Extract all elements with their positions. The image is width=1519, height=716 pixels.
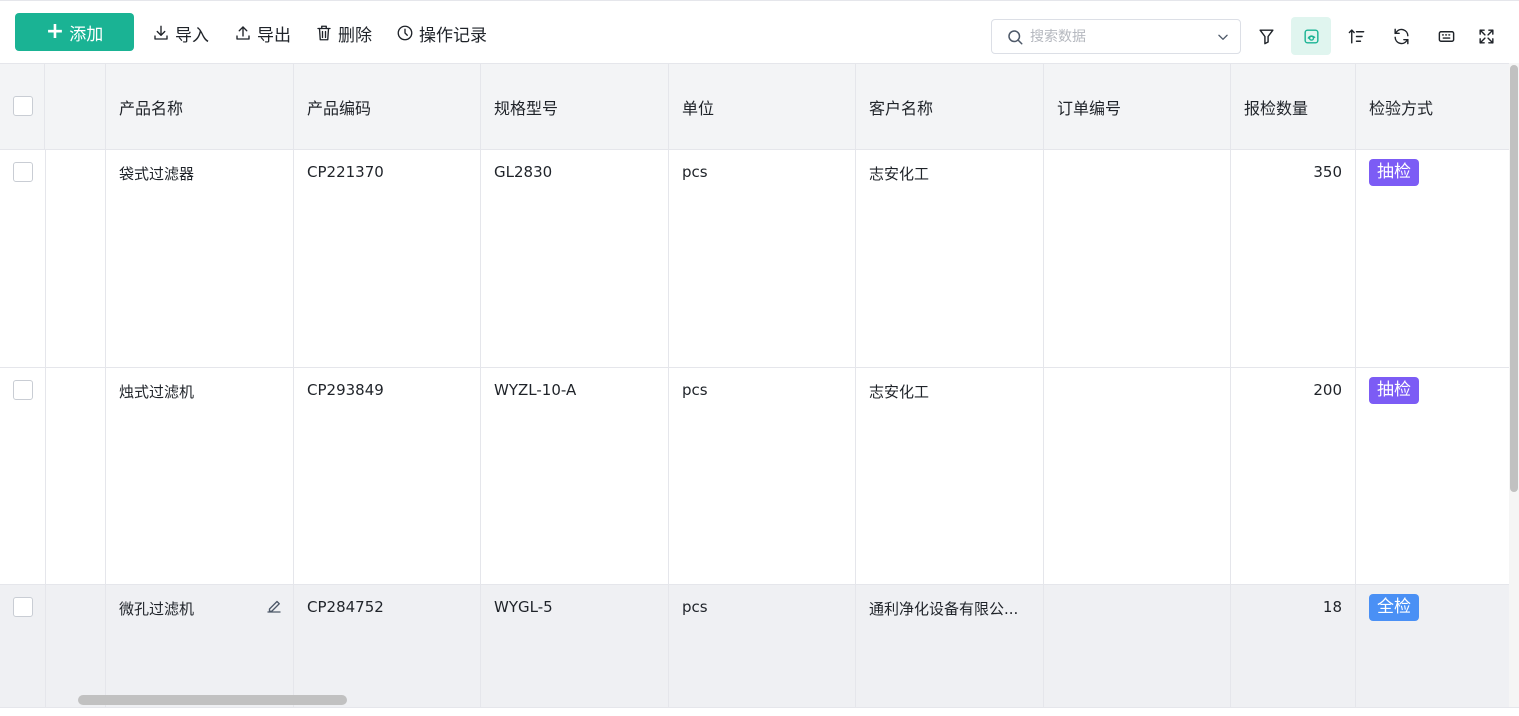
table-row[interactable]: 袋式过滤器 CP221370 GL2830 pcs 志安化工 350 抽检 xyxy=(0,150,1510,368)
add-button-label: 添加 xyxy=(69,24,104,45)
import-label: 导入 xyxy=(175,25,209,46)
method-cell[interactable]: 抽检 xyxy=(1356,150,1510,367)
method-cell[interactable]: 抽检 xyxy=(1356,368,1510,584)
delete-label: 删除 xyxy=(338,25,372,46)
row-handle xyxy=(45,585,106,708)
method-tag: 抽检 xyxy=(1369,159,1419,186)
column-header[interactable]: 检验方式 xyxy=(1356,64,1510,149)
sort-icon xyxy=(1348,28,1364,44)
customer-cell[interactable]: 志安化工 xyxy=(856,368,1044,584)
sort-button[interactable] xyxy=(1336,17,1376,55)
plus-icon: + xyxy=(45,19,65,44)
column-header[interactable]: 订单编号 xyxy=(1044,64,1231,149)
fullscreen-icon xyxy=(1478,28,1494,44)
history-label: 操作记录 xyxy=(419,25,487,46)
keyboard-button[interactable] xyxy=(1426,17,1466,55)
quantity-cell[interactable]: 200 xyxy=(1231,368,1356,584)
row-checkbox[interactable] xyxy=(13,162,33,182)
product-name-cell[interactable]: 袋式过滤器 xyxy=(106,150,294,367)
method-tag: 全检 xyxy=(1369,594,1419,621)
row-checkbox[interactable] xyxy=(13,380,33,400)
refresh-button[interactable] xyxy=(1381,17,1421,55)
product-name-text: 微孔过滤机 xyxy=(119,600,195,618)
clock-icon xyxy=(397,25,413,41)
row-handle xyxy=(45,150,106,367)
toolbar: + 添加 导入 导出 删除 操作记录 xyxy=(0,1,1519,63)
select-cell xyxy=(0,585,45,708)
fullscreen-button[interactable] xyxy=(1466,17,1506,55)
product-name-cell[interactable]: 微孔过滤机 xyxy=(106,585,294,708)
product-name-cell[interactable]: 烛式过滤机 xyxy=(106,368,294,584)
export-button[interactable]: 导出 xyxy=(234,21,291,46)
keyboard-icon xyxy=(1438,30,1454,42)
product-code-cell[interactable]: CP221370 xyxy=(294,150,481,367)
search-input[interactable] xyxy=(1030,26,1200,48)
quantity-cell[interactable]: 18 xyxy=(1231,585,1356,708)
quantity-cell[interactable]: 350 xyxy=(1231,150,1356,367)
method-cell[interactable]: 全检 xyxy=(1356,585,1510,708)
filter-icon xyxy=(1258,28,1274,44)
spec-cell[interactable]: WYGL-5 xyxy=(481,585,669,708)
chevron-down-icon[interactable] xyxy=(1216,30,1230,44)
method-tag: 抽检 xyxy=(1369,377,1419,404)
unit-cell[interactable]: pcs xyxy=(669,368,856,584)
order-number-cell[interactable] xyxy=(1044,368,1231,584)
upload-icon xyxy=(236,26,250,40)
customer-cell[interactable]: 通利净化设备有限公... xyxy=(856,585,1044,708)
download-icon xyxy=(154,25,168,40)
select-all-checkbox[interactable] xyxy=(13,96,33,116)
export-label: 导出 xyxy=(257,25,291,46)
refresh-icon xyxy=(1393,28,1409,44)
row-handle-header xyxy=(45,64,106,149)
trash-icon xyxy=(317,25,331,41)
card-view-button[interactable] xyxy=(1291,17,1331,55)
page: + 添加 导入 导出 删除 操作记录 搜索数据 产品名称 产品编码 规格型号 单… xyxy=(0,0,1519,716)
edit-icon[interactable] xyxy=(265,597,283,615)
vertical-scroll-thumb[interactable] xyxy=(1510,65,1518,492)
search-box[interactable] xyxy=(991,19,1241,54)
history-button[interactable]: 操作记录 xyxy=(396,21,487,46)
filter-button[interactable] xyxy=(1246,17,1286,55)
search-icon xyxy=(1008,30,1023,45)
product-code-cell[interactable]: CP293849 xyxy=(294,368,481,584)
column-header[interactable]: 单位 xyxy=(669,64,856,149)
column-header[interactable]: 客户名称 xyxy=(856,64,1044,149)
spec-cell[interactable]: GL2830 xyxy=(481,150,669,367)
vertical-scrollbar[interactable] xyxy=(1509,63,1519,708)
table-footer-line xyxy=(0,707,1519,716)
column-header[interactable]: 规格型号 xyxy=(481,64,669,149)
card-view-icon xyxy=(1303,28,1319,44)
table-row[interactable]: 烛式过滤机 CP293849 WYZL-10-A pcs 志安化工 200 抽检 xyxy=(0,368,1510,585)
select-cell xyxy=(0,368,45,584)
product-code-cell[interactable]: CP284752 xyxy=(294,585,481,708)
delete-button[interactable]: 删除 xyxy=(315,21,372,46)
data-table: 产品名称 产品编码 规格型号 单位 客户名称 订单编号 报检数量 检验方式 袋式… xyxy=(0,63,1510,708)
table-header: 产品名称 产品编码 规格型号 单位 客户名称 订单编号 报检数量 检验方式 xyxy=(0,64,1510,150)
select-all-cell xyxy=(0,64,45,149)
add-button[interactable]: + 添加 xyxy=(15,13,134,51)
select-cell xyxy=(0,150,45,367)
import-button[interactable]: 导入 xyxy=(152,21,209,46)
table-row[interactable]: 微孔过滤机 CP284752 WYGL-5 pcs 通利净化设备有限公... 1… xyxy=(0,585,1510,708)
column-header[interactable]: 产品编码 xyxy=(294,64,481,149)
spec-cell[interactable]: WYZL-10-A xyxy=(481,368,669,584)
unit-cell[interactable]: pcs xyxy=(669,585,856,708)
customer-cell[interactable]: 志安化工 xyxy=(856,150,1044,367)
column-header[interactable]: 产品名称 xyxy=(106,64,294,149)
unit-cell[interactable]: pcs xyxy=(669,150,856,367)
horizontal-scroll-thumb[interactable] xyxy=(78,695,347,705)
order-number-cell[interactable] xyxy=(1044,150,1231,367)
row-handle xyxy=(45,368,106,584)
order-number-cell[interactable] xyxy=(1044,585,1231,708)
column-header[interactable]: 报检数量 xyxy=(1231,64,1356,149)
row-checkbox[interactable] xyxy=(13,597,33,617)
